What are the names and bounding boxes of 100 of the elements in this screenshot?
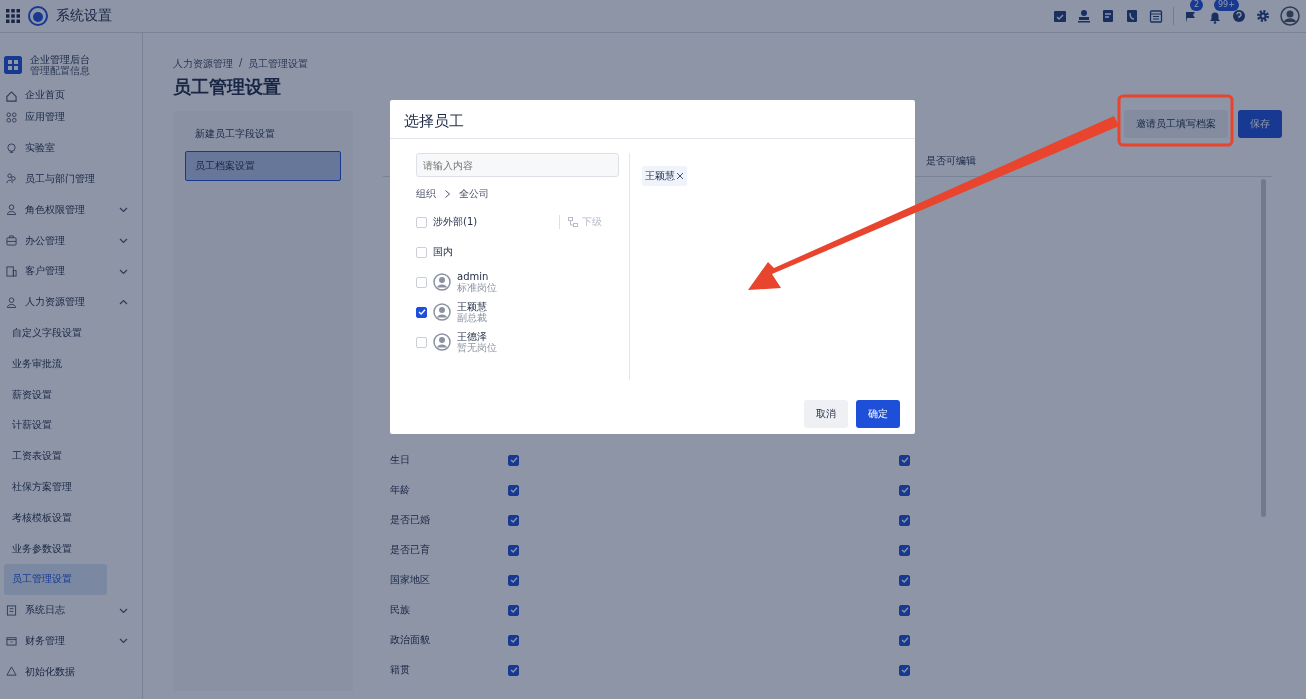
field-name: 民族 — [390, 603, 411, 617]
chevron-icon — [119, 236, 128, 246]
sidebar-item[interactable]: 员工与部门管理 — [0, 163, 142, 195]
checkbox[interactable] — [899, 604, 910, 616]
bell-icon[interactable] — [1208, 10, 1222, 24]
menu-icon[interactable] — [6, 9, 20, 23]
wallet-icon — [6, 635, 17, 647]
logo-icon — [28, 6, 48, 26]
calendar-check-icon[interactable] — [1053, 9, 1067, 23]
sidebar-item[interactable]: 人力资源管理 — [0, 286, 142, 318]
checkbox[interactable] — [899, 454, 910, 466]
notification-badge: 99+ — [1214, 0, 1239, 11]
person-icon — [6, 204, 17, 216]
sidebar-item[interactable]: 初始化数据 — [0, 656, 142, 688]
employee-name: 王颖慧 — [457, 301, 487, 313]
cancel-button[interactable]: 取消 — [804, 400, 848, 428]
checkbox[interactable] — [899, 574, 910, 586]
sidebar-item[interactable]: 应用管理 — [0, 102, 142, 133]
sidebar-item[interactable]: 财务管理 — [0, 625, 142, 657]
breadcrumb-item[interactable]: 员工管理设置 — [248, 57, 309, 71]
field-name: 籍贯 — [390, 663, 411, 677]
sidebar-item[interactable]: 实验室 — [0, 132, 142, 164]
document-icon — [6, 604, 17, 616]
checkbox[interactable] — [416, 306, 427, 318]
sidebar-item[interactable]: 企业首页 — [0, 78, 142, 102]
org-subtitle: 管理配置信息 — [30, 66, 90, 76]
path-item[interactable]: 全公司 — [459, 187, 489, 201]
checkbox[interactable] — [899, 484, 910, 496]
checkbox[interactable] — [508, 514, 519, 526]
avatar-icon — [433, 273, 451, 291]
sidebar-item[interactable]: 客户管理 — [0, 256, 142, 287]
invite-button[interactable]: 邀请员工填写档案 — [1124, 110, 1228, 138]
search-field[interactable]: 请输入内容 — [416, 153, 619, 177]
briefcase-icon — [6, 235, 17, 247]
checkbox[interactable] — [508, 604, 519, 616]
sidebar-subitem[interactable]: 业务审批流 — [4, 348, 107, 380]
field-name: 年龄 — [390, 483, 411, 497]
breadcrumb-separator: / — [239, 57, 243, 70]
apps-icon — [6, 111, 17, 123]
help-icon[interactable] — [1232, 9, 1246, 23]
employee-name: admin — [457, 271, 490, 283]
bulb-icon — [6, 142, 17, 154]
stamp-icon[interactable] — [1077, 9, 1091, 23]
checkbox[interactable] — [899, 514, 910, 526]
settings-tab[interactable]: 员工档案设置 — [185, 151, 341, 181]
checkbox[interactable] — [508, 664, 519, 676]
sidebar-subitem[interactable]: 社保方案管理 — [4, 471, 107, 503]
settings-tab[interactable]: 新建员工字段设置 — [185, 119, 341, 149]
sidebar-item[interactable]: 角色权限管理 — [0, 194, 142, 226]
breadcrumb-item[interactable]: 人力资源管理 — [173, 57, 233, 71]
document-icon[interactable] — [1101, 9, 1115, 23]
department-name: 国内 — [433, 245, 454, 259]
sidebar-subitem[interactable]: 自定义字段设置 — [4, 317, 107, 349]
field-name: 国家地区 — [390, 573, 431, 587]
selected-tag: 王颖慧 — [642, 166, 687, 186]
scrollbar[interactable] — [1261, 179, 1266, 517]
checkbox[interactable] — [899, 664, 910, 676]
checkbox[interactable] — [899, 544, 910, 556]
field-name: 政治面貌 — [390, 633, 431, 647]
sidebar-subitem[interactable]: 工资表设置 — [4, 440, 107, 472]
chevron-icon — [119, 636, 128, 646]
employee-position: 副总裁 — [457, 313, 487, 323]
checkbox[interactable] — [508, 484, 519, 496]
employee-name: 王德泽 — [457, 331, 488, 343]
field-name: 生日 — [390, 453, 411, 467]
checkbox[interactable] — [899, 634, 910, 646]
checkbox[interactable] — [508, 634, 519, 646]
sidebar-subitem[interactable]: 员工管理设置 — [4, 563, 107, 595]
org-name: 企业管理后台 — [30, 54, 90, 66]
chevron-icon — [119, 205, 128, 215]
path-item[interactable]: 组织 — [416, 187, 436, 201]
sidebar-subitem[interactable]: 考核模板设置 — [4, 502, 107, 534]
sidebar-subitem[interactable]: 薪资设置 — [4, 379, 107, 410]
building-icon — [6, 265, 17, 277]
hierarchy-icon — [568, 217, 578, 227]
sidebar-item[interactable]: 办公管理 — [0, 225, 142, 256]
notification-badge: 2 — [1190, 0, 1204, 11]
checkbox[interactable] — [508, 574, 519, 586]
person-icon — [6, 296, 17, 308]
sidebar-subitem[interactable]: 计薪设置 — [4, 409, 107, 441]
field-name: 是否已婚 — [390, 513, 431, 527]
confirm-button[interactable]: 确定 — [856, 400, 900, 428]
settings-icon[interactable] — [1256, 9, 1270, 23]
save-button[interactable]: 保存 — [1238, 110, 1282, 138]
apps-icon — [4, 56, 22, 74]
avatar-icon[interactable] — [1280, 6, 1300, 26]
sidebar-subitem[interactable]: 业务参数设置 — [4, 533, 107, 564]
home-icon — [6, 91, 17, 102]
calendar-icon[interactable] — [1149, 9, 1163, 23]
page-title: 员工管理设置 — [173, 75, 282, 99]
field-name: 是否已育 — [390, 543, 431, 557]
phone-book-icon[interactable] — [1125, 9, 1139, 23]
chevron-right-icon — [444, 190, 451, 198]
checkbox[interactable] — [508, 454, 519, 466]
employee-position: 暂无岗位 — [457, 343, 497, 353]
checkbox[interactable] — [508, 544, 519, 556]
close-icon[interactable] — [676, 172, 684, 180]
people-icon — [6, 173, 17, 185]
dialog-title: 选择员工 — [390, 100, 915, 139]
avatar-icon — [433, 333, 451, 351]
